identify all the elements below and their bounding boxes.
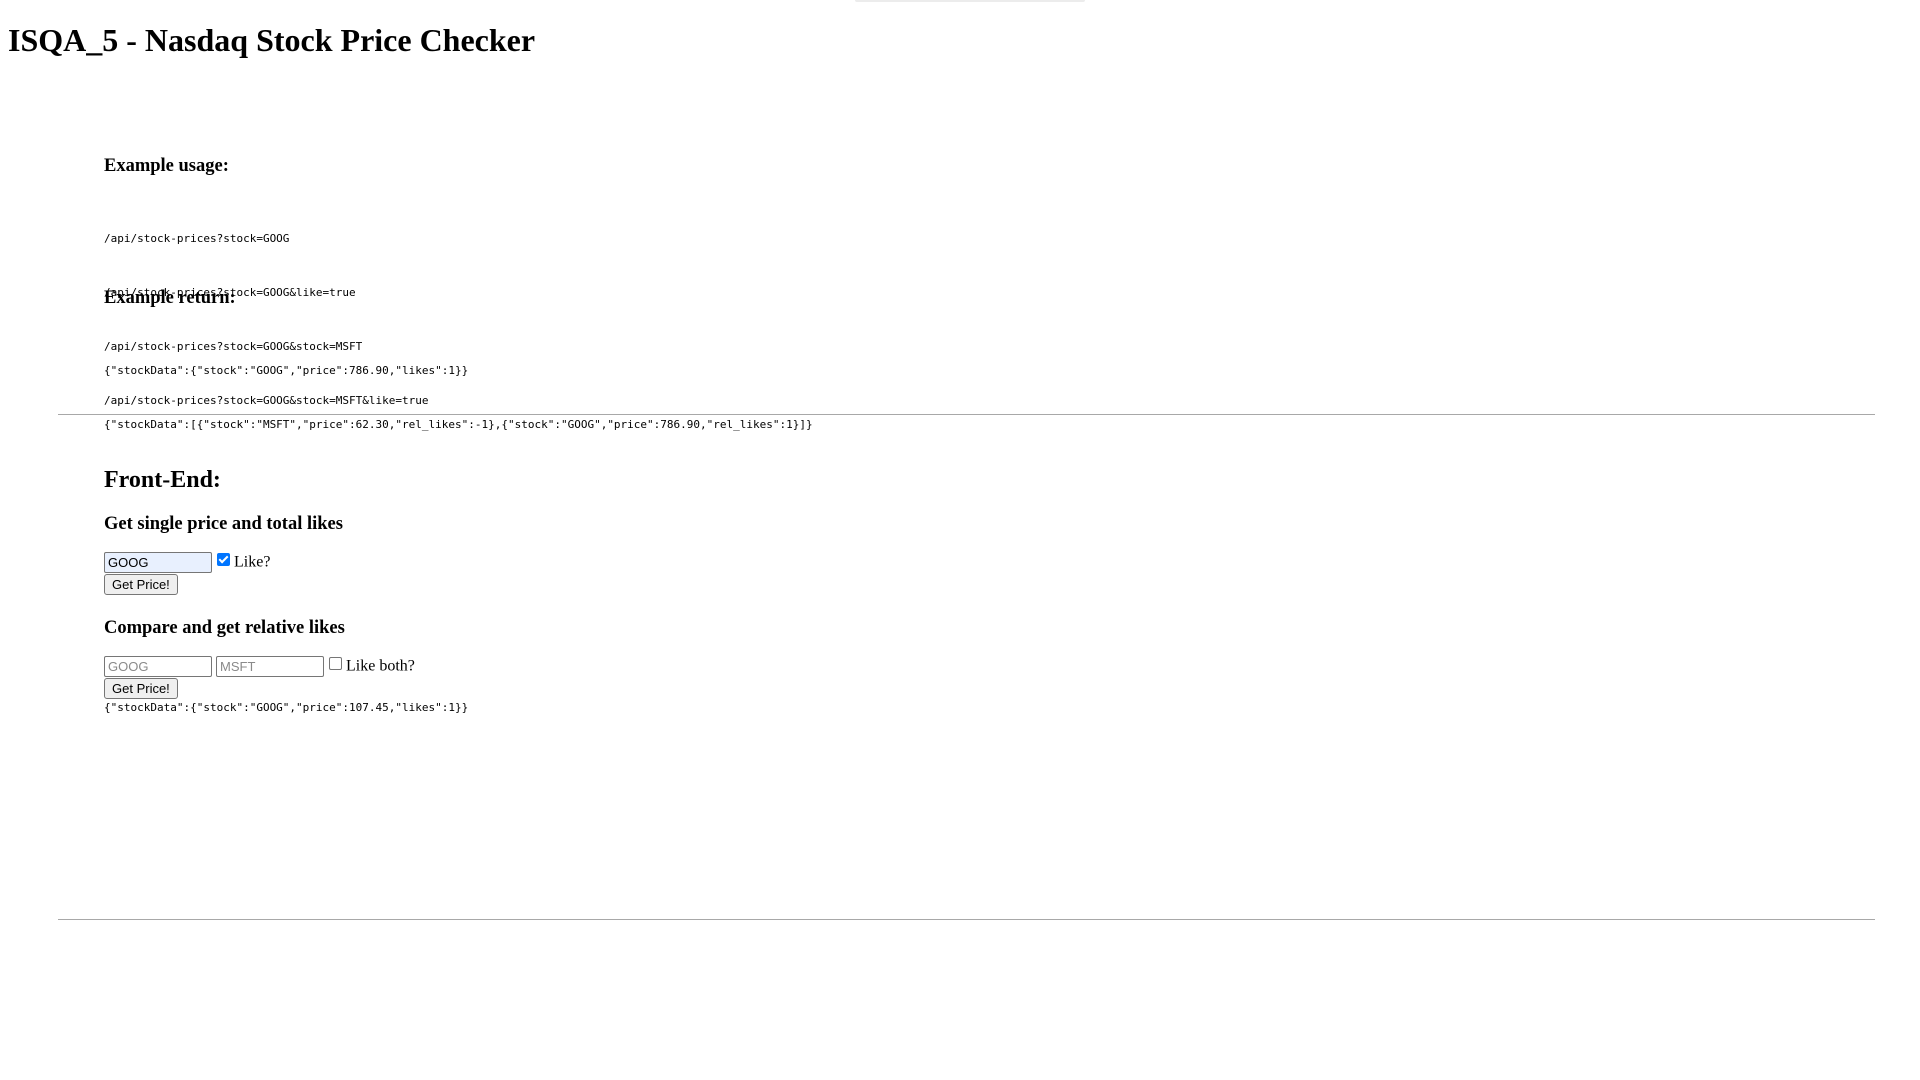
- top-divider: [58, 414, 1875, 415]
- page: ISQA_5 - Nasdaq Stock Price Checker Exam…: [0, 0, 1920, 1080]
- example-return-section: Example return: {"stockData":{"stock":"G…: [104, 287, 813, 470]
- stock2-input[interactable]: [216, 656, 324, 677]
- single-price-row: Like?: [104, 552, 468, 574]
- front-end-section: Front-End: Get single price and total li…: [104, 465, 468, 716]
- front-end-heading: Front-End:: [104, 467, 221, 493]
- like-both-label: Like both?: [346, 657, 415, 675]
- return-line: {"stockData":{"stock":"GOOG","price":786…: [104, 364, 469, 377]
- bottom-divider: [58, 919, 1875, 920]
- get-single-price-button[interactable]: Get Price!: [104, 574, 178, 595]
- stock-input[interactable]: [104, 552, 212, 573]
- example-usage-heading: Example usage:: [104, 156, 229, 176]
- return-line: {"stockData":[{"stock":"MSFT","price":62…: [104, 418, 813, 431]
- top-edge-shadow: [855, 0, 1085, 2]
- json-result: {"stockData":{"stock":"GOOG","price":107…: [104, 701, 469, 714]
- example-return-code: {"stockData":{"stock":"GOOG","price":786…: [104, 326, 813, 470]
- compare-heading: Compare and get relative likes: [104, 618, 345, 638]
- like-label: Like?: [234, 553, 271, 571]
- single-price-heading: Get single price and total likes: [104, 514, 343, 534]
- single-price-form: Like? Get Price!: [104, 552, 468, 595]
- compare-form: Like both? Get Price!: [104, 656, 468, 699]
- page-title: ISQA_5 - Nasdaq Stock Price Checker: [8, 22, 536, 58]
- like-checkbox[interactable]: [217, 553, 230, 566]
- stock1-input[interactable]: [104, 656, 212, 677]
- usage-line: /api/stock-prices?stock=GOOG: [104, 232, 290, 245]
- get-compare-price-button[interactable]: Get Price!: [104, 678, 178, 699]
- example-return-heading: Example return:: [104, 288, 236, 308]
- like-both-checkbox[interactable]: [329, 657, 342, 670]
- compare-row: Like both?: [104, 656, 468, 678]
